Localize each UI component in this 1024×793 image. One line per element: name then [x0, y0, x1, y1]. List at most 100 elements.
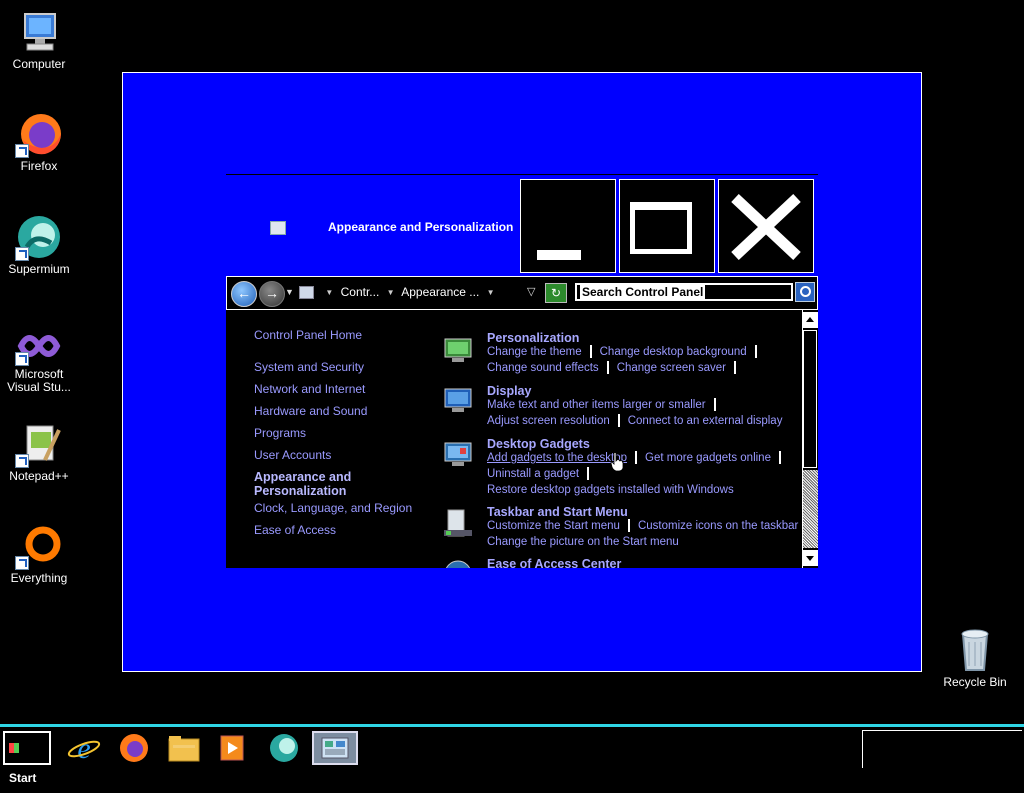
chevron-down-icon[interactable]: ▼	[487, 288, 495, 297]
media-player-icon	[220, 735, 244, 761]
link-add-gadgets[interactable]: Add gadgets to the desktop	[487, 452, 627, 464]
link-change-desktop-background[interactable]: Change desktop background	[600, 346, 747, 358]
desktop-icon-label: Supermium	[8, 262, 70, 276]
desktop-gadgets-icon	[444, 442, 472, 466]
category-ease-of-access-title[interactable]: Ease of Access Center	[487, 557, 621, 568]
desktop-icon-computer[interactable]: Computer	[0, 8, 78, 71]
separator	[589, 345, 592, 359]
chevron-down-icon[interactable]: ▼	[387, 288, 395, 297]
category-taskbar-start-menu-title[interactable]: Taskbar and Start Menu	[487, 505, 628, 519]
nav-clock-language-region[interactable]: Clock, Language, and Region	[254, 501, 412, 515]
nav-control-panel-home[interactable]: Control Panel Home	[254, 328, 362, 342]
nav-programs[interactable]: Programs	[254, 426, 306, 440]
scroll-track[interactable]	[803, 470, 818, 548]
address-dropdown[interactable]: ▽	[527, 285, 535, 298]
search-icon[interactable]	[795, 282, 815, 302]
link-customize-start-menu[interactable]: Customize the Start menu	[487, 520, 620, 532]
desktop-icon-notepad-plus-plus[interactable]: Notepad++	[0, 420, 78, 483]
arrow-left-icon: ←	[237, 285, 251, 301]
link-connect-external-display[interactable]: Connect to an external display	[628, 415, 783, 427]
visual-studio-icon	[15, 326, 63, 366]
category-display-title[interactable]: Display	[487, 384, 531, 398]
link-change-screen-saver[interactable]: Change screen saver	[617, 362, 726, 374]
separator	[635, 451, 638, 465]
link-make-text-larger[interactable]: Make text and other items larger or smal…	[487, 399, 706, 411]
nav-hardware-and-sound[interactable]: Hardware and Sound	[254, 404, 367, 418]
computer-icon	[15, 8, 63, 56]
forward-button[interactable]: →	[259, 281, 285, 307]
link-get-more-gadgets[interactable]: Get more gadgets online	[645, 452, 771, 464]
category-personalization-links: Change the theme Change desktop backgroun…	[487, 344, 765, 376]
category-desktop-gadgets-links: Add gadgets to the desktop Get more gadge…	[487, 450, 789, 498]
link-change-theme[interactable]: Change the theme	[487, 346, 582, 358]
close-icon	[731, 194, 801, 260]
taskbar-firefox[interactable]	[114, 731, 154, 765]
category-personalization-title[interactable]: Personalization	[487, 331, 579, 345]
nav-user-accounts[interactable]: User Accounts	[254, 448, 331, 462]
taskbar-file-explorer[interactable]	[164, 731, 204, 765]
taskbar-control-panel[interactable]	[312, 731, 358, 765]
breadcrumb-appearance[interactable]: Appearance ...	[401, 285, 479, 299]
arrow-right-icon: →	[265, 285, 279, 301]
breadcrumb: ▼ Contr... ▼ Appearance ... ▼	[299, 285, 539, 303]
taskbar-media-player[interactable]	[212, 731, 252, 765]
shortcut-arrow-icon	[15, 556, 29, 570]
taskbar-supermium[interactable]	[264, 731, 304, 765]
desktop-icon-supermium[interactable]: Supermium	[0, 213, 78, 276]
display-icon	[444, 388, 472, 412]
personalization-icon	[444, 338, 472, 362]
category-display-links: Make text and other items larger or smal…	[487, 397, 782, 429]
content-pane: Control Panel Home System and Security N…	[226, 310, 802, 568]
refresh-button[interactable]: ↻	[545, 283, 567, 303]
maximize-button[interactable]	[619, 179, 715, 273]
nav-system-and-security[interactable]: System and Security	[254, 360, 364, 374]
start-button[interactable]: Start	[3, 731, 51, 785]
link-uninstall-gadget[interactable]: Uninstall a gadget	[487, 468, 579, 480]
shortcut-arrow-icon	[15, 454, 29, 468]
separator	[606, 361, 609, 375]
nav-current-line2: Personalization	[254, 484, 347, 498]
desktop-icon-recycle-bin[interactable]: Recycle Bin	[936, 626, 1014, 689]
separator	[587, 467, 590, 481]
minimize-button[interactable]	[520, 179, 616, 273]
category-desktop-gadgets-title[interactable]: Desktop Gadgets	[487, 437, 590, 451]
separator	[627, 519, 630, 533]
chevron-down-icon[interactable]: ▼	[325, 288, 333, 297]
supermium-icon	[270, 734, 298, 762]
address-bar: ← → ▼ ▼ Contr... ▼ Appearance ... ▼ ▽ ↻ …	[226, 276, 818, 310]
nav-appearance-and-personalization[interactable]: Appearance and Personalization	[254, 470, 351, 498]
desktop-icon-visual-studio[interactable]: Microsoft Visual Stu...	[0, 326, 78, 394]
nav-current-line1: Appearance and	[254, 470, 352, 484]
link-change-sound-effects[interactable]: Change sound effects	[487, 362, 599, 374]
back-button[interactable]: ←	[231, 281, 257, 307]
everything-icon	[15, 522, 63, 570]
link-restore-gadgets[interactable]: Restore desktop gadgets installed with W…	[487, 484, 734, 496]
desktop-icon-firefox[interactable]: Firefox	[0, 110, 78, 173]
scroll-thumb[interactable]	[803, 330, 817, 468]
title-bar[interactable]: Appearance and Personalization	[226, 174, 818, 277]
link-adjust-screen-resolution[interactable]: Adjust screen resolution	[487, 415, 610, 427]
window-title: Appearance and Personalization	[328, 220, 514, 234]
control-panel-window: Appearance and Personalization ← → ▼ ▼ C…	[226, 174, 818, 568]
link-change-start-menu-picture[interactable]: Change the picture on the Start menu	[487, 536, 679, 548]
vertical-scrollbar[interactable]	[802, 310, 818, 568]
desktop-icon-label: Firefox	[20, 159, 58, 173]
control-panel-icon	[321, 737, 349, 759]
supermium-icon	[15, 213, 63, 261]
scroll-up-button[interactable]	[803, 312, 818, 328]
notification-area[interactable]	[862, 730, 1022, 768]
nav-network-and-internet[interactable]: Network and Internet	[254, 382, 365, 396]
link-customize-taskbar-icons[interactable]: Customize icons on the taskbar	[638, 520, 798, 532]
shortcut-arrow-icon	[15, 352, 29, 366]
maximize-icon	[630, 202, 692, 254]
desktop-icon-everything[interactable]: Everything	[0, 522, 78, 585]
search-input[interactable]: Search Control Panel	[575, 283, 793, 301]
scroll-down-button[interactable]	[803, 550, 818, 566]
nav-ease-of-access[interactable]: Ease of Access	[254, 523, 336, 537]
close-button[interactable]	[718, 179, 814, 273]
category-taskbar-start-menu-links: Customize the Start menu Customize icons …	[487, 518, 802, 550]
minimize-icon	[537, 250, 581, 260]
breadcrumb-control-panel[interactable]: Contr...	[341, 285, 380, 299]
recent-pages-dropdown[interactable]: ▼	[285, 287, 294, 297]
taskbar-internet-explorer[interactable]: e	[64, 731, 104, 765]
